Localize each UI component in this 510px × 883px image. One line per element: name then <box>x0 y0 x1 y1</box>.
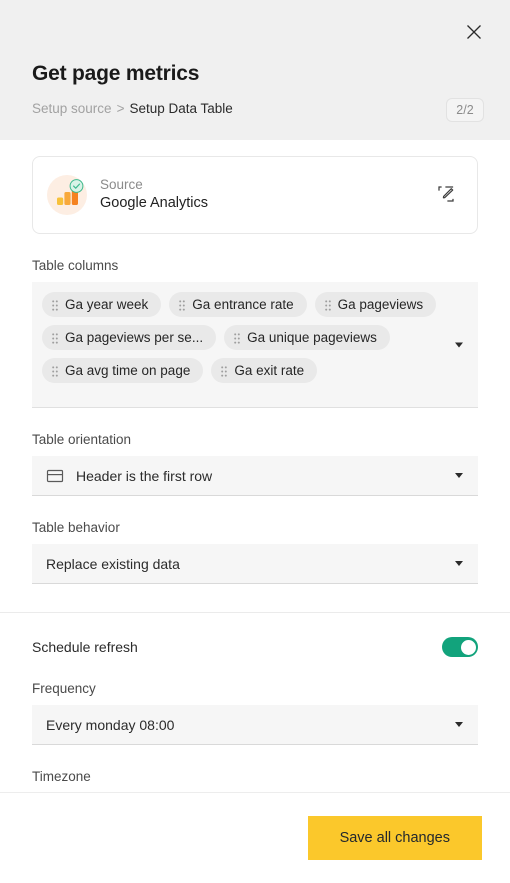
schedule-refresh-label: Schedule refresh <box>32 639 138 655</box>
table-columns-field: Table columns Ga year week Ga entrance r… <box>32 258 478 408</box>
source-text: Source Google Analytics <box>100 176 433 214</box>
column-tag[interactable]: Ga exit rate <box>211 358 318 383</box>
dialog-header: Get page metrics Setup source > Setup Da… <box>0 0 510 140</box>
drag-handle-icon[interactable] <box>221 365 228 377</box>
chevron-down-icon[interactable] <box>455 342 463 347</box>
toggle-knob <box>460 639 476 655</box>
frequency-field: Frequency Every monday 08:00 <box>32 681 478 745</box>
close-icon <box>464 22 484 42</box>
chevron-down-icon[interactable] <box>455 722 463 727</box>
drag-handle-icon[interactable] <box>52 332 58 344</box>
breadcrumb-separator: > <box>116 101 125 116</box>
frequency-value: Every monday 08:00 <box>46 716 175 733</box>
chevron-down-icon[interactable] <box>455 473 463 478</box>
edit-source-button[interactable] <box>433 182 459 208</box>
schedule-refresh-toggle[interactable] <box>442 637 478 657</box>
column-tag-label: Ga avg time on page <box>65 363 191 378</box>
column-tag[interactable]: Ga entrance rate <box>169 292 307 317</box>
dialog-footer: Save all changes <box>0 792 510 883</box>
drag-handle-icon[interactable] <box>324 299 331 311</box>
column-tag[interactable]: Ga year week <box>42 292 162 317</box>
column-tag-label: Ga pageviews <box>337 297 424 312</box>
table-orientation-label: Table orientation <box>32 432 132 447</box>
source-label: Source <box>100 177 143 193</box>
timezone-field: Timezone <box>32 769 478 792</box>
table-behavior-select[interactable]: Replace existing data <box>32 544 478 584</box>
column-tag-label: Ga exit rate <box>234 363 305 378</box>
google-analytics-icon <box>47 175 87 215</box>
section-divider <box>0 612 510 613</box>
table-behavior-value: Replace existing data <box>46 555 180 572</box>
table-behavior-field: Table behavior Replace existing data <box>32 520 478 584</box>
table-columns-tag-list: Ga year week Ga entrance rate Ga pagevie… <box>42 292 444 383</box>
timezone-label: Timezone <box>32 769 91 784</box>
column-tag[interactable]: Ga pageviews <box>314 292 437 317</box>
table-columns-label: Table columns <box>32 258 119 273</box>
edit-pencil-icon <box>436 184 456 207</box>
frequency-select[interactable]: Every monday 08:00 <box>32 705 478 745</box>
drag-handle-icon[interactable] <box>52 299 58 311</box>
drag-handle-icon[interactable] <box>234 332 240 344</box>
drag-handle-icon[interactable] <box>179 299 186 311</box>
frequency-label: Frequency <box>32 681 96 696</box>
column-tag-label: Ga pageviews per se... <box>65 330 204 345</box>
table-behavior-label: Table behavior <box>32 520 120 535</box>
column-tag-label: Ga unique pageviews <box>247 330 377 345</box>
column-tag[interactable]: Ga avg time on page <box>42 358 204 383</box>
close-button[interactable] <box>460 18 488 46</box>
breadcrumb-parent[interactable]: Setup source <box>32 101 112 116</box>
column-tag[interactable]: Ga pageviews per se... <box>42 325 217 350</box>
column-tag[interactable]: Ga unique pageviews <box>224 325 390 350</box>
table-header-icon <box>46 468 64 484</box>
table-orientation-value: Header is the first row <box>76 467 213 484</box>
column-tag-label: Ga year week <box>65 297 149 312</box>
breadcrumb: Setup source > Setup Data Table <box>32 101 233 116</box>
table-columns-select[interactable]: Ga year week Ga entrance rate Ga pagevie… <box>32 282 478 408</box>
breadcrumb-current: Setup Data Table <box>129 101 233 116</box>
dialog-body: Source Google Analytics Table columns Ga… <box>0 140 510 792</box>
table-orientation-select[interactable]: Header is the first row <box>32 456 478 496</box>
page-title: Get page metrics <box>32 62 200 85</box>
column-tag-label: Ga entrance rate <box>192 297 294 312</box>
table-orientation-field: Table orientation Header is the first ro… <box>32 432 478 496</box>
step-badge: 2/2 <box>446 98 484 122</box>
save-all-changes-button[interactable]: Save all changes <box>307 816 482 860</box>
source-value: Google Analytics <box>100 195 209 212</box>
source-card[interactable]: Source Google Analytics <box>32 156 478 234</box>
drag-handle-icon[interactable] <box>52 365 58 377</box>
schedule-refresh-row: Schedule refresh <box>32 637 478 657</box>
chevron-down-icon[interactable] <box>455 561 463 566</box>
